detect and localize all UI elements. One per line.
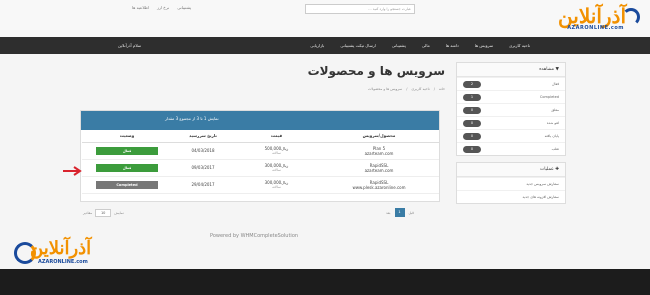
col-status[interactable]: وضعیت bbox=[82, 130, 172, 143]
main-navbar: ناحیه کاربری سرویس ها دامنه ها مالی پشتی… bbox=[0, 37, 650, 54]
filter-completed[interactable]: 1 Completed bbox=[457, 90, 565, 103]
filter-terminated[interactable]: 0 پایان یافته bbox=[457, 129, 565, 142]
col-due-date[interactable]: تاریخ سررسید bbox=[172, 130, 234, 143]
action-new-service[interactable]: سفارش سرویس جدید bbox=[457, 177, 565, 190]
table-info: نمایش 1 تا 3 از مجموع 3 مقدار bbox=[165, 116, 219, 121]
nav-affiliates[interactable]: بازاریابی bbox=[310, 43, 324, 48]
filter-suspended[interactable]: 0 معلق bbox=[457, 103, 565, 116]
watermark-subtext: AZARONLINE.com bbox=[38, 259, 88, 265]
sidebar-actions-panel: ✚ عملیات سفارش سرویس جدید سفارش افزونه ه… bbox=[456, 162, 566, 204]
pager-page[interactable]: 1 bbox=[394, 208, 405, 217]
breadcrumb-client-area[interactable]: ناحیه کاربری bbox=[411, 87, 429, 91]
product-cell: Plan 5 azarteam.com bbox=[319, 142, 439, 160]
sidebar-view-panel: ▼ مشاهده 2 فعال 1 Completed 0 معلق 0 لغو شده… bbox=[456, 62, 566, 156]
toplink-support[interactable]: پشتیبانی bbox=[177, 5, 191, 10]
per-page: مقادیر 10 نمایش bbox=[83, 209, 124, 217]
top-links: اطلاعیه ها نرخ ارز پشتیبانی bbox=[132, 5, 191, 10]
panel-heading: ▼ مشاهده bbox=[457, 63, 565, 77]
nav-billing[interactable]: مالی bbox=[422, 43, 430, 48]
filter-cancelled[interactable]: 0 لغو شده bbox=[457, 116, 565, 129]
breadcrumb-sep: / bbox=[433, 87, 435, 91]
due-date: 04/03/2018 bbox=[172, 142, 234, 160]
panel-heading: ✚ عملیات bbox=[457, 163, 565, 177]
table-toolbar bbox=[81, 111, 439, 130]
brand-logo[interactable]: آذرآنلاین AZARONLINE.com bbox=[530, 4, 640, 34]
due-date: 09/03/2017 bbox=[172, 159, 234, 177]
price-cell: 300,000ریال سالانه bbox=[234, 176, 319, 194]
sidebar: ▼ مشاهده 2 فعال 1 Completed 0 معلق 0 لغو شده… bbox=[456, 62, 566, 210]
action-new-addons[interactable]: سفارش افزونه های جدید bbox=[457, 190, 565, 203]
filter-active[interactable]: 2 فعال bbox=[457, 77, 565, 90]
nav-account-menu[interactable]: سلام آذرآنلاین bbox=[118, 43, 141, 48]
pager-next[interactable]: بعد bbox=[386, 211, 391, 215]
watermark-text: آذرآنلاین bbox=[30, 238, 92, 259]
services-table: وضعیت تاریخ سررسید قیمت محصول/سرویس فعال… bbox=[82, 130, 439, 194]
red-arrow-icon bbox=[63, 166, 82, 176]
toplink-announcements[interactable]: اطلاعیه ها bbox=[132, 5, 149, 10]
table-row[interactable]: فعال 04/03/2018 500,000ریال سالانه Plan 5… bbox=[82, 142, 439, 160]
breadcrumb-current: سرویس ها و محصولات bbox=[368, 87, 403, 91]
pager-prev[interactable]: قبل bbox=[409, 211, 414, 215]
watermark-logo: آذرآنلاین AZARONLINE.com bbox=[8, 236, 98, 286]
nav-support[interactable]: پشتیبانی bbox=[392, 43, 406, 48]
powered-by: Powered by WHMCompleteSolution bbox=[210, 233, 299, 239]
price-cell: 300,000ریال سالانه bbox=[234, 159, 319, 177]
breadcrumb: خانه / ناحیه کاربری / سرویس ها و محصولات bbox=[368, 87, 445, 91]
pagination: بعد 1 قبل bbox=[386, 208, 414, 217]
nav-domains[interactable]: دامنه ها bbox=[446, 43, 459, 48]
due-date: 29/04/2017 bbox=[172, 176, 234, 194]
breadcrumb-sep: / bbox=[406, 87, 408, 91]
nav-open-ticket[interactable]: ارسال تیکت پشتیبانی bbox=[340, 43, 376, 48]
product-cell: RapidSSL www.plesk.azaronline.com bbox=[319, 176, 439, 194]
table-search-input[interactable]: عبارت جستجو را وارد کنید ... bbox=[305, 4, 415, 14]
table-row[interactable]: فعال 09/03/2017 300,000ریال سالانه RapidS… bbox=[82, 159, 439, 177]
status-badge: فعال bbox=[96, 146, 158, 155]
logo-subtext: AZARONLINE.com bbox=[567, 25, 624, 31]
product-cell: RapidSSL azarteam.com bbox=[319, 159, 439, 177]
status-badge: فعال bbox=[96, 163, 158, 172]
status-badge: Completed bbox=[96, 180, 158, 189]
toplink-currency[interactable]: نرخ ارز bbox=[157, 5, 169, 10]
filter-fraud[interactable]: 0 تقلب bbox=[457, 142, 565, 155]
price-cell: 500,000ریال سالانه bbox=[234, 142, 319, 160]
per-page-select[interactable]: 10 bbox=[95, 209, 112, 217]
page-title: سرویس ها و محصولات bbox=[307, 64, 445, 78]
col-price[interactable]: قیمت bbox=[234, 130, 319, 143]
breadcrumb-home[interactable]: خانه bbox=[439, 87, 445, 91]
col-product[interactable]: محصول/سرویس bbox=[319, 130, 439, 143]
table-row[interactable]: Completed 29/04/2017 300,000ریال سالانه R… bbox=[82, 176, 439, 194]
nav-client-area[interactable]: ناحیه کاربری bbox=[509, 43, 530, 48]
nav-services[interactable]: سرویس ها bbox=[475, 43, 493, 48]
